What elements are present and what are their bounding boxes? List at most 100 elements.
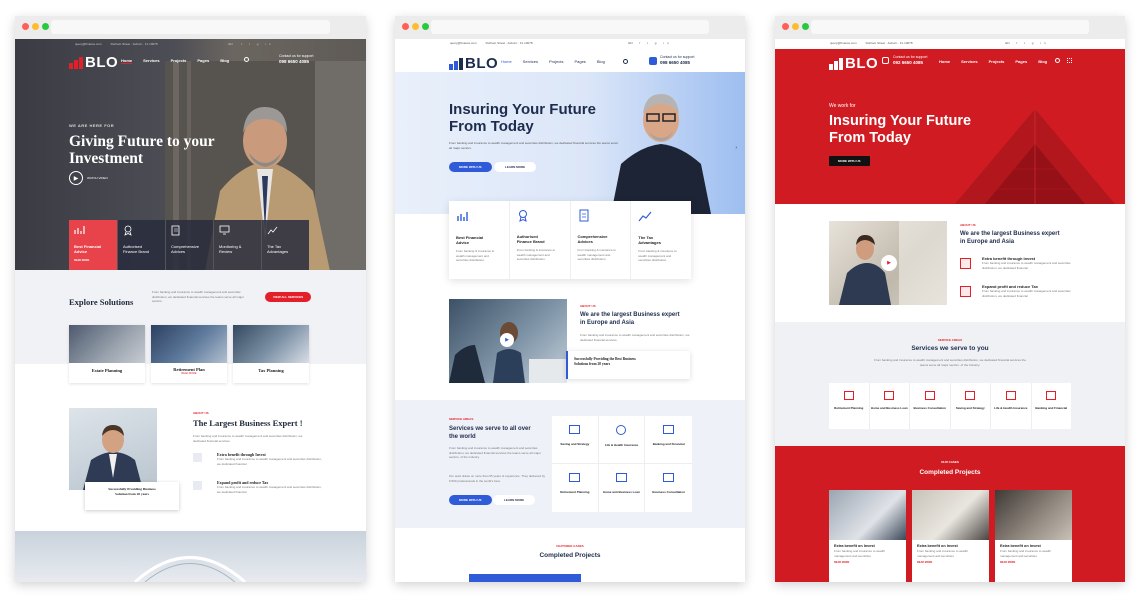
play-video[interactable]: ▶ WATCH VIDEO [69,171,108,185]
feature-text: From banking & insurance to wealth manag… [516,248,556,262]
case-card[interactable]: Extra benefit on Invest From banking and… [995,490,1072,582]
service-item[interactable]: Retirement Planning [552,464,599,512]
support-phone[interactable]: 092 6650 4085 [893,60,927,65]
learn-more-button[interactable]: LEARN MORE [494,162,537,172]
nav-blog[interactable]: Blog [597,59,605,64]
social-icons[interactable]: f t g in [241,42,273,46]
language-select[interactable]: EN [228,42,232,46]
more-with-us-button[interactable]: MORE WITH US [449,162,492,172]
nav-home[interactable]: Home [121,58,133,64]
feature-tile[interactable]: Monitoring & Review [213,220,261,272]
logo[interactable]: BLO [69,54,118,71]
social-icons[interactable]: f t g in [639,41,671,45]
nav-services[interactable]: Services [143,58,159,64]
main-nav: BLO Contact us for support 092 6650 4085… [775,49,1125,77]
more-with-us-button[interactable]: MORE WITH US [449,495,492,505]
play-icon[interactable]: ▶ [881,255,897,271]
service-item[interactable]: Business Consultation [910,383,951,429]
play-icon[interactable]: ▶ [69,171,83,185]
minimize-dot[interactable] [412,23,419,30]
email-text[interactable]: query@finance.com [75,42,102,46]
read-more-link[interactable]: READ MORE [74,258,112,263]
service-item[interactable]: Life & Health Insurance [991,383,1032,429]
feature-title-2: Advices [171,249,186,254]
feature-card[interactable]: Comprehensive Advices From banking & insu… [571,201,632,279]
explore-text: From banking and insurance to wealth man… [152,290,244,304]
nav-projects[interactable]: Projects [549,59,563,64]
support-phone[interactable]: 098 6650 4085 [279,59,313,64]
monitor-icon [219,225,230,235]
nav-pages[interactable]: Pages [574,59,585,64]
nav-projects[interactable]: Projects [171,58,187,64]
logo[interactable]: BLO [449,55,498,72]
close-dot[interactable] [22,23,29,30]
read-more-link[interactable]: READ MORE [834,561,901,564]
case-card[interactable]: Extra benefit on Invest From banking and… [912,490,989,582]
email-text[interactable]: query@finance.com [830,41,857,45]
feature-card[interactable]: Authorised Finance Brand From banking & i… [510,201,571,279]
logo[interactable]: BLO [829,55,878,72]
service-item[interactable]: Saving and Strategy [552,416,599,464]
solution-card[interactable]: Tax Planning [233,325,309,383]
language-select[interactable]: EN [628,41,632,45]
service-item[interactable]: Saving and Strategy [951,383,991,429]
play-icon[interactable]: ▶ [500,333,514,347]
feature-card[interactable]: Best Financial Advice From banking & insu… [449,201,510,279]
service-item[interactable]: Banking and Financial [1032,383,1072,429]
learn-more-button[interactable]: LEARN MORE [493,495,536,505]
service-item[interactable]: Banking and Financial [645,416,692,464]
service-item[interactable]: Life & Health Insurance [598,416,646,464]
view-all-services-button[interactable]: VIEW ALL SERVICES [265,292,312,302]
read-more-link[interactable]: READ MORE [1000,561,1067,564]
feature-tile[interactable]: Best Financial Advice READ MORE [69,220,117,272]
support-box: Contact us for support 092 6650 4085 [893,55,927,65]
more-with-us-button[interactable]: MORE WITH US [829,156,870,166]
case-card[interactable]: Extra benefit on Invest From banking and… [829,490,906,582]
solution-card[interactable]: Retirement Plan READ MORE [151,325,227,383]
case-text: From banking and insurance to wealth man… [834,549,885,558]
feature-tile[interactable]: The Tax Advantages [261,220,309,272]
solution-card[interactable]: Estate Planning [69,325,145,383]
search-icon[interactable] [623,59,628,64]
nav-pages[interactable]: Pages [197,58,209,64]
nav-services[interactable]: Services [961,59,977,64]
search-icon[interactable] [244,57,249,62]
nav-pages[interactable]: Pages [1015,59,1027,64]
nav-home[interactable]: Home [501,59,512,64]
menu-grid-icon[interactable] [1067,58,1072,63]
search-icon[interactable] [1055,58,1060,63]
maximize-dot[interactable] [422,23,429,30]
feature-card[interactable]: The Tax Advantages From banking & insuran… [631,201,691,279]
service-item[interactable]: Home and Business Loan [870,383,910,429]
service-icon [569,425,581,434]
brand-name: BLO [85,54,119,71]
maximize-dot[interactable] [42,23,49,30]
support-phone[interactable]: 098 6650 4085 [660,60,694,65]
language-select[interactable]: EN [1005,41,1009,45]
maximize-dot[interactable] [802,23,809,30]
service-item[interactable]: Business Consultation [645,464,692,512]
address-bar[interactable] [51,20,330,34]
service-item[interactable]: Retirement Planning [829,383,870,429]
close-dot[interactable] [782,23,789,30]
case-title: Extra benefit on Invest [834,544,875,548]
minimize-dot[interactable] [792,23,799,30]
service-item[interactable]: Home and Business Loan [599,464,646,512]
case-title: Extra benefit on Invest [1000,544,1041,548]
social-icons[interactable]: f t g in [1016,41,1048,45]
email-text[interactable]: query@finance.com [450,41,477,45]
nav-services[interactable]: Services [523,59,538,64]
nav-home[interactable]: Home [939,59,950,64]
slider-next-arrow[interactable]: › [735,145,737,151]
close-dot[interactable] [402,23,409,30]
feature-tile[interactable]: Authorised Finance Brand [117,220,165,272]
nav-projects[interactable]: Projects [989,59,1005,64]
nav-blog[interactable]: Blog [1038,59,1047,64]
minimize-dot[interactable] [32,23,39,30]
address-bar[interactable] [431,20,709,34]
address-bar[interactable] [811,20,1089,34]
nav-blog[interactable]: Blog [220,58,229,64]
feature-tile[interactable]: Comprehensive Advices [165,220,213,272]
read-more-link[interactable]: READ MORE [917,561,984,564]
read-more-link[interactable]: READ MORE [151,372,227,375]
